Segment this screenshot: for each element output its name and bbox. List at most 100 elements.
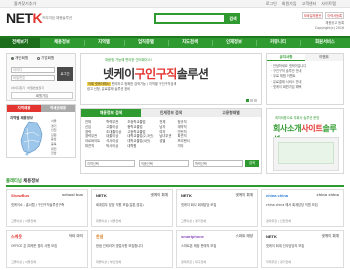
find-pw-link[interactable]: 비밀번호찾기 [27,85,44,90]
company-logo: 한샘 [96,234,104,239]
filter-col: 전체 신입 경력 경력무관 아르바이트 파견직 [85,120,100,149]
company-logo: NETK [181,193,192,198]
tab-job-search[interactable]: 채용정보 검색 [81,109,141,117]
radio-label: 개인회원 [15,56,29,60]
job-title: china china 에서 회계담당 직원 모집 [266,203,318,207]
company-logo: ShowBus [11,193,30,198]
korea-map-icon[interactable] [15,120,51,156]
support-link[interactable]: 고객센터 [302,1,317,7]
join-button[interactable]: 회원가입 [11,92,73,99]
banner-title: 넷케이구인구직솔루션 [103,65,209,82]
filter-col: 정규직 계약직 인턴직 파견직 프리랜서 기타 [178,120,190,149]
nav-map-search[interactable]: 지도검색 [168,38,212,48]
region-list: 서울 경기 인천 강원 충남 충북 대전 전남 [51,119,57,156]
detail-search: 채용정보 검색 인재정보 검색 고용형태별 전체 신입 경력 경력무관 아르바이트 파견직… [80,108,262,174]
job-title: 넷케이소 - 홍서탭 / 구인구직솔루션구축 [11,203,65,207]
education-select[interactable]: 학력선택 [193,160,243,167]
region-item[interactable]: 서울 [51,119,57,124]
sitemap-link[interactable]: 사이트맵 [321,1,336,7]
job-card[interactable]: 한샘 한샘 인테리어 영업사원 모집합니다 대졸이상 | 부산전체 [91,230,173,268]
nav-member-service[interactable]: 회원서비스 [300,38,350,48]
company-logo: smartphone [181,234,204,239]
job-card[interactable]: NETK 넷케이 회계 넷케이 회계 인사담당자 모집 학력무관 | 경기전체 [261,230,344,268]
login-button[interactable]: 로그인 [57,67,73,81]
job-card[interactable]: china china china china china china 에서 회… [261,189,344,227]
main-banner[interactable]: 대량정 가능에 편리한 인터페이스! 넷케이구인구직솔루션 이제 넷케이에서 편… [80,53,262,105]
bookmark-link[interactable]: 즐겨찾기추가 [14,1,36,7]
section-title: 플래티넘 채용정보 [6,178,39,184]
region-item[interactable]: 전남 [51,151,57,156]
main-nav: 전체보기 채용정보 지역별 업직종별 지도검색 인재정보 커뮤니티 회원서비스 [0,36,350,48]
job-card[interactable]: smartphone 스마트 매장 스마트폰 매장 판매직 모집 경력무관 | … [176,230,258,268]
pager-dot[interactable] [250,99,253,102]
site-logo[interactable]: NETK [6,11,43,26]
region-item[interactable]: 충북 [51,142,57,147]
notice-box: 공지사항 이벤트 · 안녕하세요 넷케이입니다 · 구인구직 솔루션 안내 · … [266,53,344,105]
banner-title-b: 구인구직 [134,67,178,81]
nav-community[interactable]: 커뮤니티 [256,38,300,48]
section-title-b: 채용정보 [21,179,40,184]
mobile-jobs-button[interactable]: 모바일채용관 [301,12,324,19]
login-link[interactable]: 로그인 [266,1,277,7]
job-title: 스마트폰 매장 판매직 모집 [181,244,217,248]
tab-employment-type[interactable]: 고용형태별 [201,109,261,117]
filter-option[interactable]: 박사이상 [106,144,121,149]
job-title: 한샘 인테리어 영업사원 모집합니다 [96,244,144,248]
section-title-a: 플래티넘 [6,179,22,184]
job-meta: 대졸이상 | 부산전체 [96,260,121,264]
job-card[interactable]: ShowBus school bus 넷케이소 - 홍서탭 / 구인구직솔루션구… [6,189,88,227]
company-radio[interactable]: 기업회원 [37,56,54,61]
company-logo-alt: china china [316,193,339,197]
tab-station-jobs[interactable]: 역세권채용 [41,105,75,112]
industry-select[interactable]: 직종선택 [139,160,189,167]
filter-option[interactable]: 파견직 [85,144,100,149]
region-select[interactable]: 지역선택 [85,160,135,167]
search-input[interactable] [154,13,226,24]
filter-option[interactable]: 기타 [178,144,190,149]
radio-icon [37,57,40,60]
banner-title-c: 솔루션 [176,67,209,81]
radio-label: 기업회원 [41,56,55,60]
company-logo-alt: 닥터 마이 [68,234,83,238]
tab-notice[interactable]: 공지사항 [267,54,305,61]
logo-tagline: 프리미엄 채용솔루션 [42,16,73,20]
nav-talent[interactable]: 인재정보 [212,38,256,48]
banner-desc: 이제 넷케이에서 편리하고 정확한 검색기능 / 지역별 구인구직검색 광고 신… [87,82,257,92]
tab-talent-search[interactable]: 인재정보 검색 [141,109,201,117]
nav-region[interactable]: 지역별 [84,38,124,48]
job-card[interactable]: 스케웃 닥터 마이 OFFICE 은 ㈜케웃 경리 사원 모집 고졸이상 | 서… [6,230,88,268]
pager-dot[interactable] [254,99,257,102]
job-card[interactable]: NETK 넷케이 회계 넷케이 회사 회계담당 모집 고졸이상 | 경기전체 [176,189,258,227]
tab-event[interactable]: 이벤트 [305,54,343,61]
job-card[interactable]: NETK 넷케이 회계 회계업무 담당 직원 모집(일본,영유) 대졸이상 | … [91,189,173,227]
banner-desc-2: 광고 신청, 유료결제 솔루션 완비 [87,87,131,91]
company-logo-alt: school bus [62,193,83,197]
top-utility-bar: 즐겨찾기추가 로그인 회원가입 고객센터 사이트맵 [0,0,350,8]
nav-industry[interactable]: 업직종별 [124,38,168,48]
search-button[interactable]: 검색 [226,13,240,24]
tab-region-jobs[interactable]: 지역채용 [7,105,41,112]
job-meta: 고졸이상 | 서울전체 [11,219,36,223]
filter-col: 학력무관 고졸이상 초대졸이상 대졸이상 석사이상 박사이상 [106,120,121,149]
pager-dot[interactable] [246,99,249,102]
personal-radio[interactable]: 개인회원 [11,56,28,61]
top-links: 로그인 회원가입 고객센터 사이트맵 [266,1,336,7]
job-title: OFFICE 은 ㈜케웃 경리 사원 모집 [11,244,58,248]
banner-desc-1: 편리하고 정확한 검색기능 / 지역별 구인구직검색 [111,82,177,86]
login-box: 개인회원 기업회원 아이디 비밀번호 로그인 아이디찾기 비밀번호찾기 회원가입 [6,53,76,101]
password-input[interactable]: 비밀번호 [11,75,55,81]
join-link[interactable]: 회원가입 [282,1,297,7]
monitor-image [273,137,339,171]
resume-register-button[interactable]: 이력서등록 [325,12,344,19]
id-input[interactable]: 아이디 [11,67,55,73]
solution-ad[interactable]: 최저비용으로 자회사 솔루션 운영 회사소개사이트솔루션 [266,108,344,174]
detail-search-button[interactable]: 검색 [245,160,259,167]
filter-option[interactable]: 대학원 [127,144,153,149]
find-id-link[interactable]: 아이디찾기 [11,85,25,90]
list-item[interactable]: · 넷케이 회원가입 혜택 [271,85,306,90]
filter-option[interactable]: 성별 [159,139,171,144]
job-meta: 경력무관 | 대구전체 [181,260,206,264]
nav-all[interactable]: 전체보기 [0,38,40,48]
nav-jobs[interactable]: 채용정보 [40,38,84,48]
job-meta: 학력무관 | 경기전체 [266,260,291,264]
